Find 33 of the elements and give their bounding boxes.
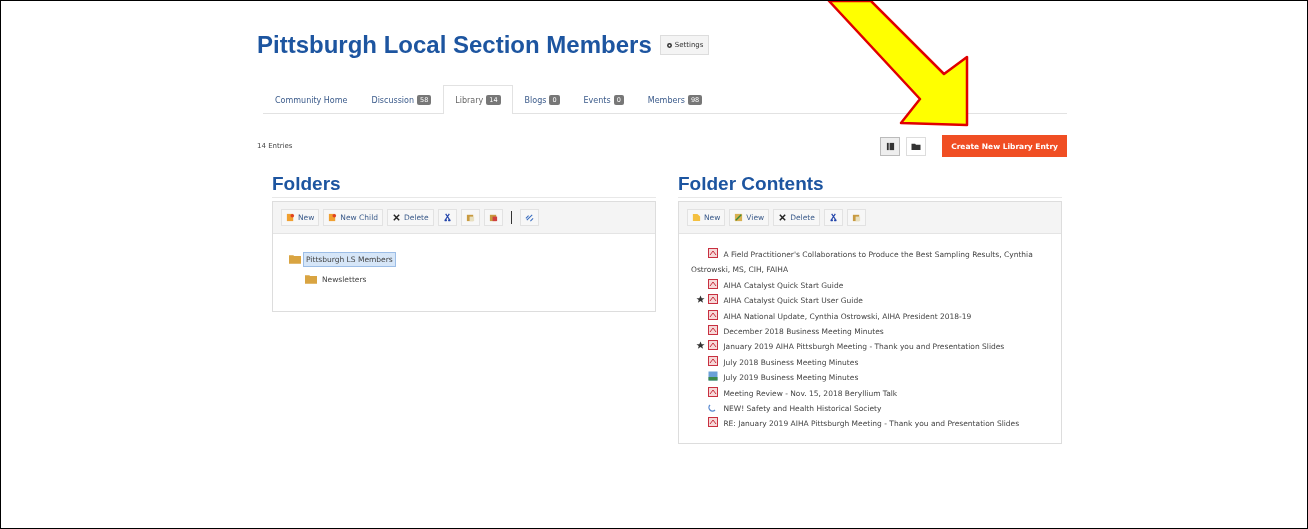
paste-icon (465, 213, 475, 222)
pdf-icon (708, 340, 718, 351)
paste-icon (488, 213, 498, 222)
folder-icon (911, 141, 922, 151)
paste-alt-button[interactable] (483, 209, 503, 226)
pdf-icon (708, 417, 718, 428)
pdf-icon (708, 325, 718, 336)
pdf-icon (708, 386, 718, 397)
scissors-icon (828, 213, 838, 222)
pdf-icon (708, 309, 718, 320)
list-view-icon (885, 141, 895, 151)
section-heading: Folders (272, 173, 656, 198)
page-title: Pittsburgh Local Section Members (257, 31, 652, 59)
folder-icon (305, 274, 317, 284)
scissors-icon (442, 213, 452, 222)
pdf-icon (708, 294, 718, 305)
pdf-icon (708, 355, 718, 366)
delete-icon (778, 213, 788, 222)
cut-button[interactable] (437, 209, 457, 226)
document-icon (692, 213, 701, 222)
gear-icon (665, 41, 673, 49)
tab[interactable]: Community Home (263, 85, 360, 114)
pdf-icon (708, 278, 718, 289)
link-button[interactable] (519, 209, 539, 226)
folder-view-button[interactable] (906, 136, 927, 156)
section-heading: Folder Contents (678, 173, 1062, 198)
list-view-button[interactable] (880, 136, 901, 156)
cut-button[interactable] (823, 209, 843, 226)
folder-icon (289, 254, 301, 264)
paste-icon (851, 213, 861, 222)
pdf-icon (708, 248, 718, 258)
delete-icon (392, 213, 402, 222)
image-icon (708, 371, 718, 382)
